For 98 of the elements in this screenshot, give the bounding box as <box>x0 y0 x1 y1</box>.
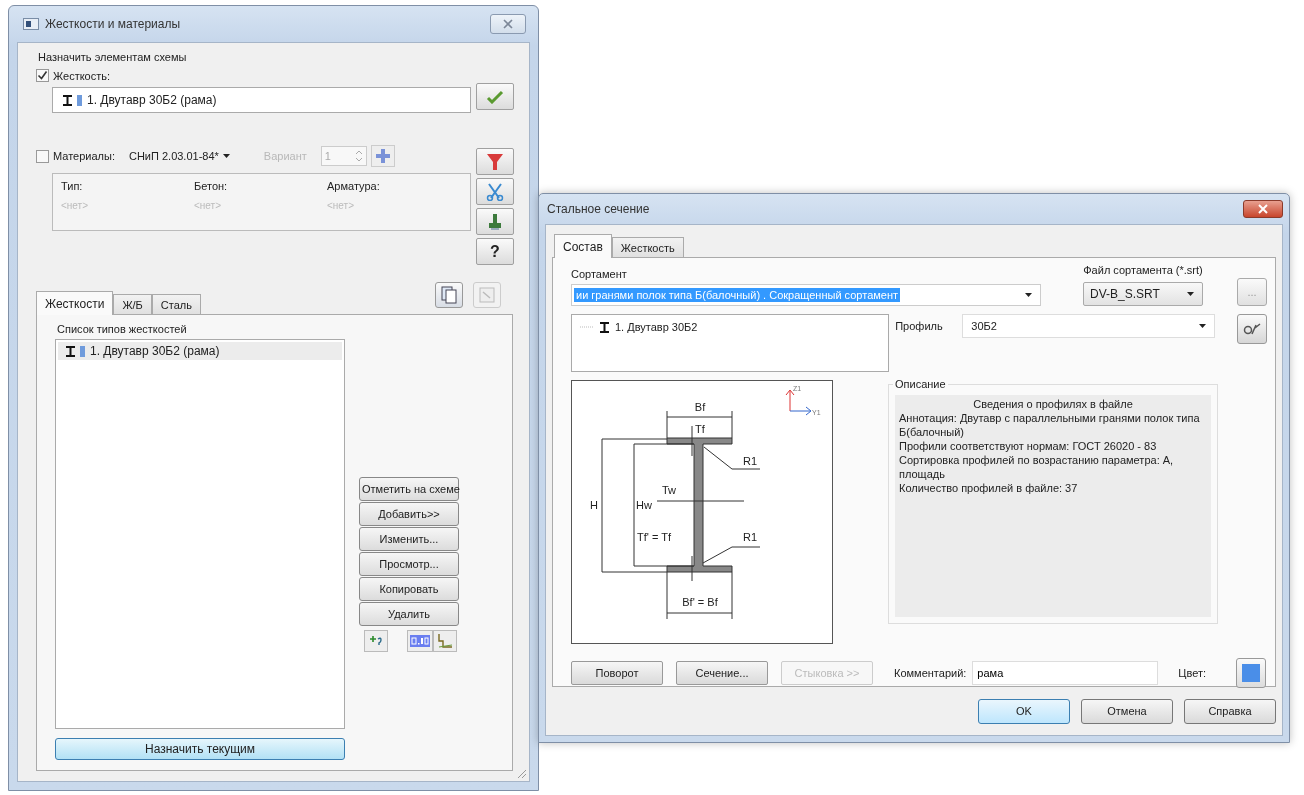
description-heading: Сведения о профилях в файле <box>972 397 1134 411</box>
copy-button[interactable] <box>435 282 463 308</box>
copy-icon <box>441 286 457 304</box>
window-title: Стальное сечение <box>547 202 651 216</box>
add-help-button[interactable] <box>364 630 388 652</box>
dimension-label: Hw <box>636 499 652 511</box>
stamp-button[interactable] <box>476 208 514 235</box>
description-line: Количество профилей в файле: 37 <box>899 481 1079 495</box>
i-beam-icon <box>600 321 609 333</box>
help-button[interactable]: ? <box>476 238 514 265</box>
decimal-format-icon <box>410 635 430 647</box>
tab[interactable]: Жесткость <box>611 237 684 257</box>
close-icon <box>502 19 514 29</box>
filter-button[interactable] <box>476 148 514 175</box>
dimension-label: R1 <box>742 455 758 467</box>
assign-current-button[interactable]: Назначить текущим <box>55 738 345 760</box>
caret-icon <box>222 154 230 158</box>
dialog-button[interactable]: Справка <box>1184 698 1276 724</box>
tab[interactable]: Состав <box>554 234 612 258</box>
norm-dropdown[interactable]: СНиП 2.03.01-84* <box>128 150 230 162</box>
field-value: 1. Двутавр 30Б2 (рама) <box>87 93 217 107</box>
tab[interactable]: Сталь <box>151 294 201 314</box>
action-button[interactable]: Удалить <box>359 602 459 626</box>
caret-icon <box>1199 324 1207 328</box>
close-button[interactable] <box>490 14 526 34</box>
field-label: Файл сортамента (*.srt) <box>1083 264 1203 276</box>
group-label: Описание <box>893 378 948 390</box>
dimension-label: Tf' = Tf <box>637 531 671 543</box>
checkbox-label: Материалы: <box>53 150 115 162</box>
checkmark-icon <box>486 89 504 104</box>
tree-line-icon <box>580 326 594 328</box>
step-chart-button[interactable] <box>433 630 457 652</box>
close-button[interactable] <box>1243 200 1283 218</box>
window-title: Жесткости и материалы <box>45 17 182 31</box>
description-line: Сортировка профилей по возрастанию параметра: А, площадь <box>899 453 1175 481</box>
description-line: Профили соответствуют нормам: ГОСТ 26020 - 83 <box>899 439 1158 453</box>
field-label: Комментарий: <box>894 667 967 679</box>
tab[interactable]: Жесткости <box>36 291 114 315</box>
plus-question-icon <box>368 635 384 647</box>
field-label: Цвет: <box>1178 667 1207 679</box>
column-header: Тип: <box>61 180 84 192</box>
section-button[interactable]: Поворот <box>571 661 663 685</box>
checkbox[interactable] <box>36 149 49 163</box>
plus-icon <box>375 149 390 163</box>
dimension-label: Bf <box>694 401 706 413</box>
scissors-icon <box>486 182 504 201</box>
file-dropdown[interactable]: DV-B_S.SRT <box>1083 282 1203 306</box>
dimension-label: Bf' = Bf <box>682 596 718 608</box>
selected-text: ии гранями полок типа Б(балочный) . Сокращенный сортамент <box>574 288 901 302</box>
list-label: Список типов жесткостей <box>57 323 188 335</box>
action-button[interactable]: Отметить на схеме <box>359 477 459 501</box>
close-icon <box>1257 204 1269 214</box>
axis-icon <box>785 389 812 416</box>
resize-grip-icon[interactable] <box>515 767 527 779</box>
section-properties-icon <box>1243 322 1262 336</box>
cut-button[interactable] <box>476 178 514 205</box>
decimal-format-button[interactable] <box>407 630 433 652</box>
i-beam-icon <box>66 345 75 357</box>
caret-icon <box>1025 293 1032 297</box>
section-button[interactable]: Сечение... <box>676 661 768 685</box>
stiffness-field[interactable]: 1. Двутавр 30Б2 (рама) <box>52 87 471 113</box>
add-variant-button[interactable] <box>370 145 395 167</box>
step-chart-icon <box>437 633 453 649</box>
checkbox-label: Жесткость: <box>53 69 111 82</box>
description-line: Аннотация: Двутавр с параллельными гранями полок типа Б(балочный) <box>899 411 1201 439</box>
column-header: Бетон: <box>194 180 229 192</box>
dimension-label: H <box>590 499 598 511</box>
dimension-label: R1 <box>742 531 758 543</box>
field-label: Сортамент <box>571 268 628 280</box>
field-label: Профиль <box>895 320 944 332</box>
paste-icon <box>479 287 495 303</box>
dimension-label: Tf <box>695 423 705 435</box>
i-beam-icon <box>63 94 72 106</box>
filter-icon <box>486 152 504 171</box>
section-properties-button[interactable] <box>1237 314 1267 344</box>
group-label: Назначить элементам схемы <box>38 51 188 63</box>
stamp-icon <box>488 212 502 231</box>
action-button[interactable]: Добавить>> <box>359 502 459 526</box>
apply-button[interactable] <box>476 83 514 110</box>
item-label: 1. Двутавр 30Б2 (рама) <box>90 344 220 358</box>
dimension-label: Tw <box>661 484 677 496</box>
variant-label: Вариант <box>263 150 307 162</box>
comment-field[interactable]: рама <box>972 661 1159 685</box>
list-item[interactable]: 1. Двутавр 30Б2 (рама) <box>58 342 342 360</box>
tab[interactable]: Ж/Б <box>113 294 152 314</box>
action-button[interactable]: Просмотр... <box>359 552 459 576</box>
dialog-button[interactable]: Отмена <box>1081 698 1173 724</box>
column-header: Арматура: <box>327 180 381 192</box>
color-picker-button[interactable] <box>1236 658 1267 688</box>
checkbox[interactable] <box>36 69 49 82</box>
profile-dropdown[interactable]: 30Б2 <box>962 314 1216 338</box>
app-icon <box>23 18 39 30</box>
caret-icon <box>1187 292 1194 296</box>
spin-arrows-icon <box>354 148 363 164</box>
tree-item[interactable]: 1. Двутавр 30Б2 <box>615 321 698 333</box>
action-button[interactable]: Изменить... <box>359 527 459 551</box>
action-button[interactable]: Копировать <box>359 577 459 601</box>
dialog-button[interactable]: OK <box>978 698 1070 724</box>
